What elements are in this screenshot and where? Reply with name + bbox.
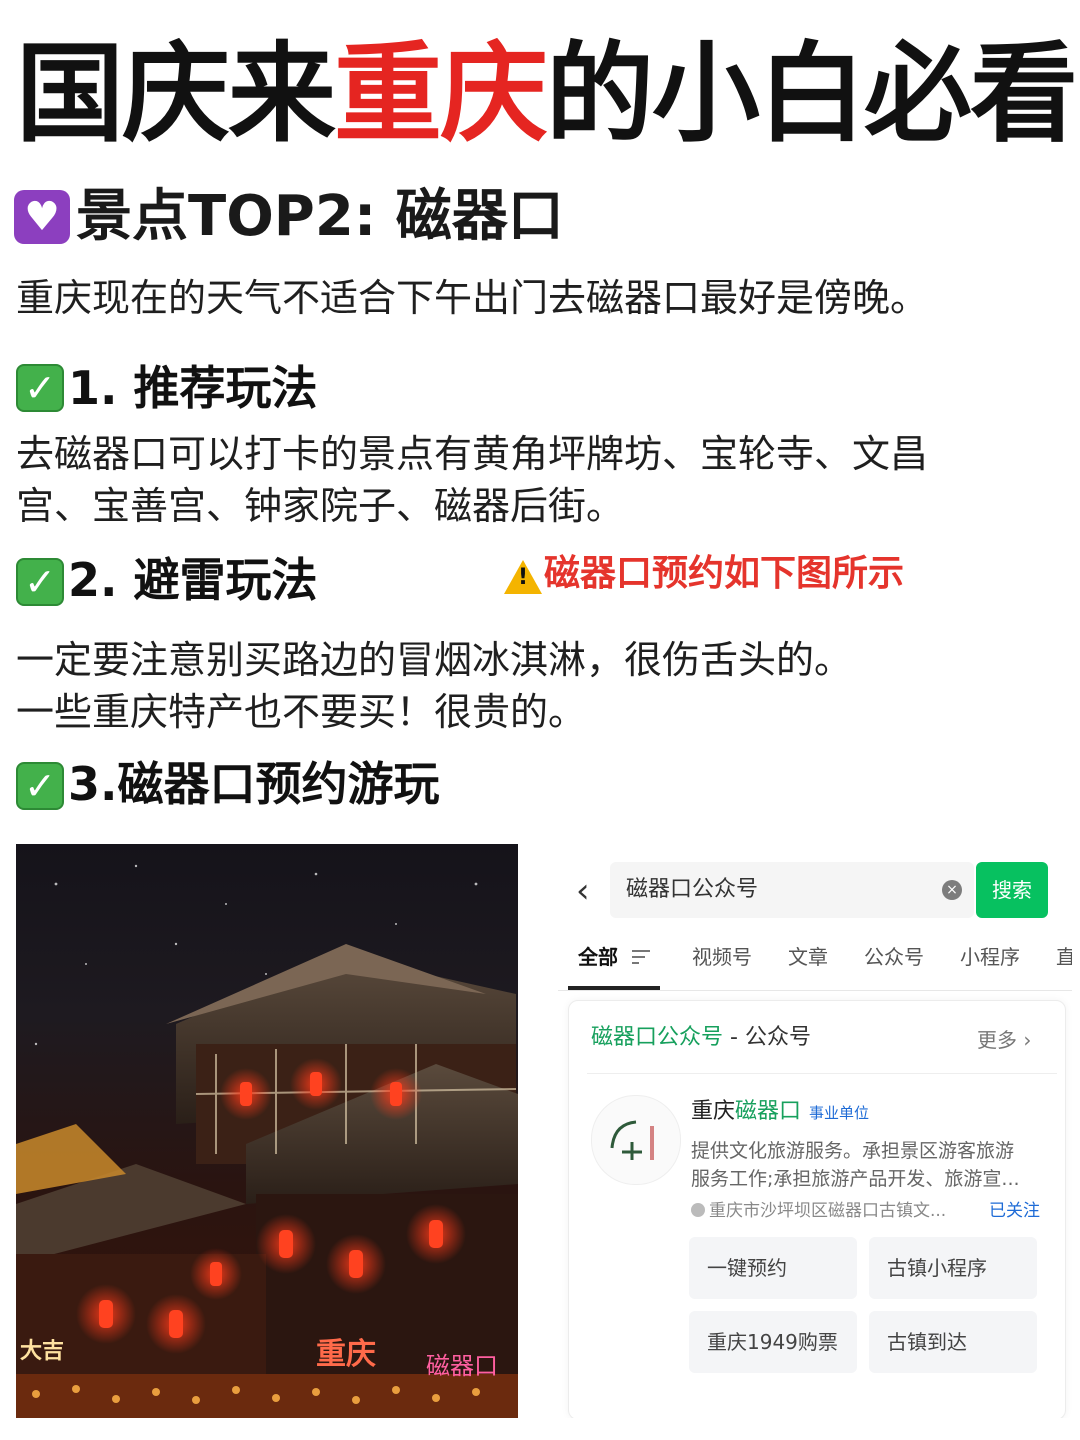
ciqikou-logo-icon — [610, 1120, 654, 1160]
tab-mini-programs[interactable]: 小程序 — [960, 942, 1020, 972]
tab-all[interactable]: 全部 — [578, 942, 618, 972]
ciqikou-night-photo: 大吉 重庆 磁器口 — [16, 844, 518, 1418]
one-click-booking-button[interactable]: 一键预约 — [689, 1237, 857, 1299]
card-heading-type: - 公众号 — [723, 1025, 811, 1050]
account-name-prefix: 重庆 — [691, 1099, 736, 1124]
back-arrow-icon[interactable]: ‹ — [576, 874, 590, 908]
account-name-keyword: 磁器口 — [735, 1099, 802, 1124]
section-title: 景点TOP2: 磁器口 — [76, 184, 564, 249]
warning-text: 磁器口预约如下图所示 — [544, 553, 905, 594]
chongqing-1949-tickets-button[interactable]: 重庆1949购票 — [689, 1311, 857, 1373]
account-description-line-1: 提供文化旅游服务。承担景区游客旅游 — [691, 1140, 1015, 1162]
account-name[interactable]: 重庆磁器口 事业单位 — [691, 1097, 869, 1128]
tab-official-accounts[interactable]: 公众号 — [864, 942, 924, 972]
check-mark-icon: ✓ — [16, 762, 64, 810]
tab-live[interactable]: 直 — [1056, 942, 1072, 972]
title-part2: 的小白必看 — [546, 32, 1078, 157]
search-input-value: 磁器口公众号 — [626, 877, 759, 902]
account-description-line-2: 服务工作;承担旅游产品开发、旅游宣... — [691, 1168, 1020, 1190]
item-1-line-1: 去磁器口可以打卡的景点有黄角坪牌坊、宝轮寺、文昌 — [16, 432, 929, 476]
card-heading: 磁器口公众号 - 公众号 — [591, 1023, 811, 1053]
search-button[interactable]: 搜索 — [976, 862, 1048, 918]
item-heading-1: 1. 推荐玩法 — [68, 361, 318, 415]
title-highlight: 重庆 — [334, 32, 548, 157]
item-heading-3: 3.磁器口预约游玩 — [68, 757, 440, 811]
intro-text: 重庆现在的天气不适合下午出门去磁器口最好是傍晚。 — [16, 276, 929, 320]
search-input[interactable]: 磁器口公众号 × — [610, 862, 974, 918]
tab-articles[interactable]: 文章 — [788, 942, 828, 972]
verified-icon — [691, 1203, 705, 1217]
account-location-text: 重庆市沙坪坝区磁器口古镇文... — [709, 1201, 947, 1221]
tab-channels[interactable]: 视频号 — [692, 942, 752, 972]
card-heading-keyword: 磁器口公众号 — [591, 1025, 724, 1050]
card-divider — [587, 1073, 1057, 1074]
warning-mark: ! — [517, 565, 529, 590]
night-street-illustration: 大吉 重庆 磁器口 — [16, 864, 518, 1418]
filter-icon[interactable] — [632, 950, 650, 964]
followed-status[interactable]: 已关注 — [989, 1199, 1040, 1223]
photo-sign-2: 重庆 — [316, 1337, 376, 1372]
item-2-line-2: 一些重庆特产也不要买！很贵的。 — [16, 690, 587, 734]
clear-icon[interactable]: × — [942, 880, 962, 900]
check-mark-icon: ✓ — [16, 364, 64, 412]
account-avatar[interactable] — [591, 1095, 681, 1185]
item-2-line-1: 一定要注意别买路边的冒烟冰淇淋，很伤舌头的。 — [16, 638, 853, 682]
purple-heart-icon: ♥ — [14, 190, 70, 244]
more-link[interactable]: 更多 › — [977, 1025, 1031, 1055]
town-mini-program-button[interactable]: 古镇小程序 — [869, 1237, 1037, 1299]
title-part1: 国庆来 — [16, 32, 336, 157]
photo-sign-1: 大吉 — [20, 1338, 64, 1364]
item-1-line-2: 宫、宝善宫、钟家院子、磁器后街。 — [16, 484, 625, 528]
tab-divider — [558, 990, 1072, 991]
account-type-badge: 事业单位 — [809, 1104, 870, 1122]
account-result-card: 磁器口公众号 - 公众号 更多 › 重庆磁器口 事业单位 提供文化旅游服务。承担景… — [568, 1000, 1066, 1418]
town-directions-button[interactable]: 古镇到达 — [869, 1311, 1037, 1373]
account-location: 重庆市沙坪坝区磁器口古镇文... — [691, 1199, 946, 1223]
page-title: 国庆来重庆的小白必看 — [16, 30, 1078, 160]
check-mark-icon: ✓ — [16, 558, 64, 606]
item-heading-2: 2. 避雷玩法 — [68, 553, 318, 607]
photo-sign-3: 磁器口 — [426, 1352, 498, 1380]
wechat-search-screenshot: ‹ 磁器口公众号 × 搜索 全部 视频号 文章 公众号 小程序 直 磁器口公众号… — [558, 844, 1072, 1418]
